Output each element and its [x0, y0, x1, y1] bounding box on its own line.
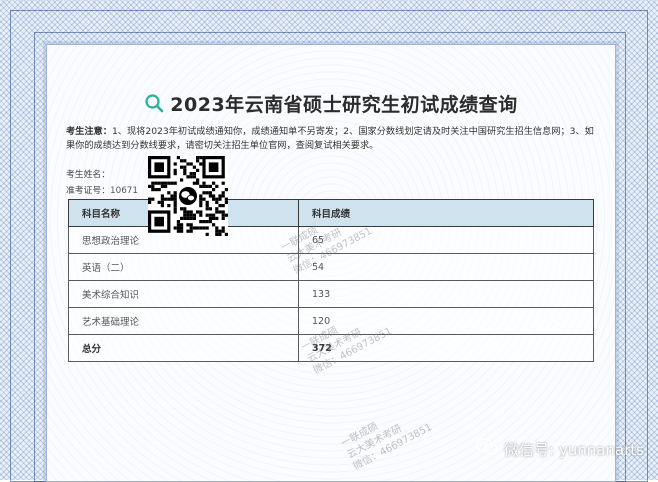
candidate-id-label: 准考证号：: [66, 186, 110, 196]
search-icon: [144, 93, 164, 113]
candidate-name-field: 考生姓名：: [66, 167, 110, 180]
wechat-id-badge: 微信号: yunnanarts: [475, 438, 644, 460]
table-row: 美术综合知识 133: [68, 280, 594, 308]
watermark: 一联成硕 云大美术考研 微信：466973851: [339, 398, 434, 473]
page-title: 2023年云南省硕士研究生初试成绩查询: [170, 93, 518, 116]
subject-cell: 英语（二）: [68, 253, 299, 281]
qr-code: [148, 156, 228, 236]
candidate-id-field: 准考证号：10671: [66, 183, 138, 196]
candidate-name-label: 考生姓名：: [66, 170, 110, 180]
subject-cell: 艺术基础理论: [68, 307, 299, 335]
score-cell: 133: [298, 280, 594, 308]
candidate-id-value: 10671: [110, 186, 138, 196]
wechat-id-label: 微信号: yunnanarts: [504, 440, 644, 459]
subject-cell: 美术综合知识: [68, 280, 299, 308]
wechat-icon: [475, 438, 498, 460]
title-row: 2023年云南省硕士研究生初试成绩查询: [47, 89, 615, 117]
score-cell: 54: [298, 253, 594, 281]
notice-label: 考生注意：: [66, 126, 112, 137]
notice-body: 1、现将2023年初试成绩通知你，成绩通知单不另寄发；2、国家分数线划定请及时关…: [66, 126, 594, 151]
score-card: 2023年云南省硕士研究生初试成绩查询 考生注意：1、现将2023年初试成绩通知…: [46, 44, 616, 482]
notice-text: 考生注意：1、现将2023年初试成绩通知你，成绩通知单不另寄发；2、国家分数线划…: [66, 125, 596, 153]
total-label-cell: 总分: [68, 334, 299, 362]
